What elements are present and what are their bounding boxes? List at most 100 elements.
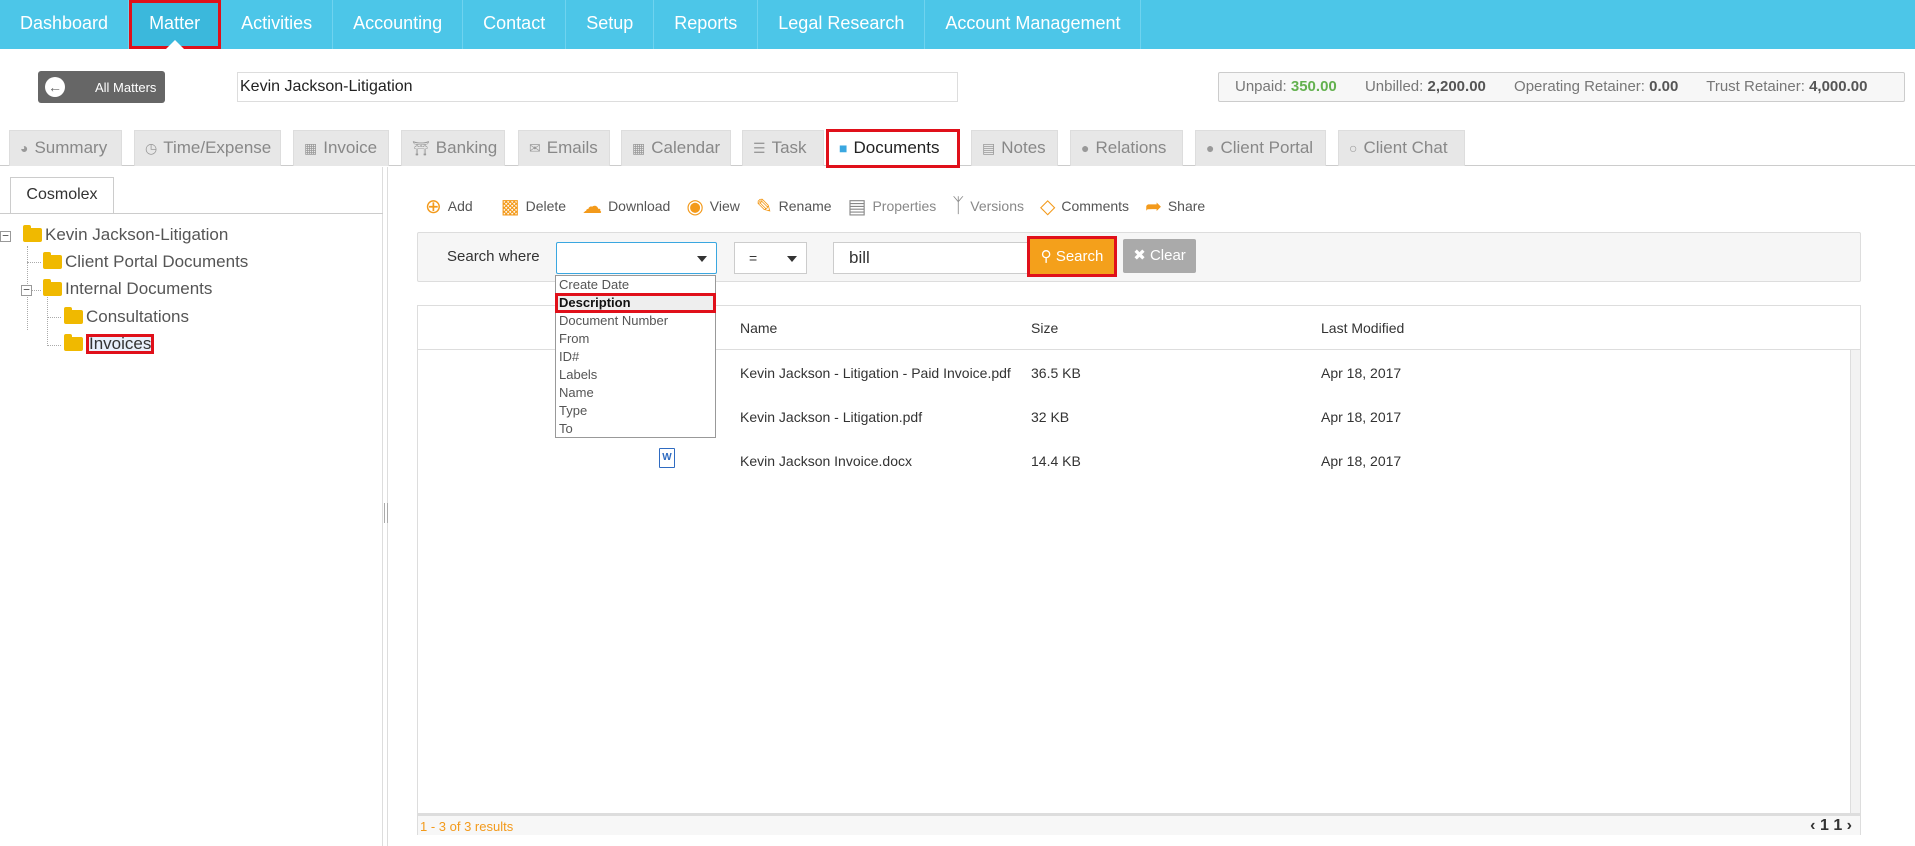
tree-node-invoices[interactable]: Invoices xyxy=(64,334,155,354)
tab-relations-label: Relations xyxy=(1095,138,1167,157)
search-operator-select[interactable]: = xyxy=(734,242,807,274)
clock-icon: ◷ xyxy=(145,140,158,156)
tab-notes-label: Notes xyxy=(1001,138,1046,157)
tree-node-root[interactable]: Kevin Jackson-Litigation xyxy=(23,225,228,245)
tab-calendar[interactable]: ▦ Calendar xyxy=(621,130,731,166)
trust-retainer-value: 4,000.00 xyxy=(1809,78,1868,95)
tree-node-label: Consultations xyxy=(86,307,190,326)
dropdown-option[interactable]: Labels xyxy=(556,366,715,384)
nav-reports[interactable]: Reports xyxy=(654,0,759,49)
collapse-toggle-icon[interactable]: − xyxy=(0,230,11,242)
clear-button[interactable]: ✖ Clear xyxy=(1123,239,1196,273)
users-icon: ● xyxy=(1081,140,1090,156)
tab-documents[interactable]: ■ Documents xyxy=(826,129,960,168)
nav-contact[interactable]: Contact xyxy=(463,0,567,49)
tab-client-chat[interactable]: ○ Client Chat xyxy=(1338,130,1465,166)
tab-banking[interactable]: ⛩ Banking xyxy=(401,130,505,166)
table-icon: ▦ xyxy=(304,140,318,156)
download-label: Download xyxy=(608,198,671,214)
tab-notes[interactable]: ▤ Notes xyxy=(971,130,1058,166)
dropdown-option[interactable]: From xyxy=(556,330,715,348)
tree-node-consultations[interactable]: Consultations xyxy=(64,307,189,327)
dashboard-icon: ◕ xyxy=(20,140,29,156)
tab-relations[interactable]: ● Relations xyxy=(1070,130,1183,166)
tab-summary-label: Summary xyxy=(34,138,108,157)
tree-node-label: Internal Documents xyxy=(65,279,213,298)
view-button[interactable]: ◉ View xyxy=(686,194,740,219)
search-input[interactable]: bill xyxy=(833,242,1033,274)
column-header-size[interactable]: Size xyxy=(1031,320,1058,336)
tab-emails[interactable]: ✉ Emails xyxy=(518,130,610,166)
column-header-last-modified[interactable]: Last Modified xyxy=(1321,320,1404,336)
download-button[interactable]: ☁ Download xyxy=(582,194,670,219)
nav-account-management[interactable]: Account Management xyxy=(925,0,1142,49)
document-name: Kevin Jackson Invoice.docx xyxy=(740,453,912,469)
comments-button[interactable]: ◇ Comments xyxy=(1040,194,1129,219)
dropdown-option-selected[interactable]: Description xyxy=(555,293,716,313)
nav-accounting[interactable]: Accounting xyxy=(333,0,464,49)
operating-retainer-value: 0.00 xyxy=(1649,78,1679,95)
matter-tabs: ◕ Summary ◷ Time/Expense ▦ Invoice ⛩ Banking… xyxy=(0,122,1915,168)
search-field-select[interactable] xyxy=(556,242,717,274)
tree-node-client-portal-documents[interactable]: Client Portal Documents xyxy=(43,252,248,272)
chevron-down-icon xyxy=(787,256,797,262)
bank-icon: ⛩ xyxy=(412,140,430,156)
add-button[interactable]: ⊕ Add xyxy=(425,194,473,219)
dropdown-option[interactable]: Document Number xyxy=(556,312,715,330)
tree-connector xyxy=(27,262,41,263)
tab-time-expense[interactable]: ◷ Time/Expense xyxy=(134,130,281,166)
folder-open-icon xyxy=(64,307,83,324)
all-matters-label: All Matters xyxy=(95,79,157,95)
collapse-toggle-icon[interactable]: − xyxy=(21,284,32,296)
panel-splitter[interactable] xyxy=(383,167,388,846)
unbilled-label: Unbilled: xyxy=(1364,78,1424,95)
nav-setup[interactable]: Setup xyxy=(566,0,655,49)
nav-legal-research[interactable]: Legal Research xyxy=(758,0,926,49)
document-name: Kevin Jackson - Litigation - Paid Invoic… xyxy=(740,365,1011,381)
all-matters-button[interactable]: ← All Matters xyxy=(38,71,165,103)
matter-name-field[interactable]: Kevin Jackson-Litigation xyxy=(237,72,958,102)
pager-next-button[interactable]: › xyxy=(1847,817,1852,834)
users-icon: ● xyxy=(1206,140,1215,156)
cloud-download-icon: ☁ xyxy=(582,195,603,218)
pager-total-pages: 1 xyxy=(1833,817,1843,834)
tab-summary[interactable]: ◕ Summary xyxy=(9,130,122,166)
search-icon: ⚲ xyxy=(1040,248,1052,265)
search-button[interactable]: ⚲ Search xyxy=(1027,236,1117,277)
pager-prev-button[interactable]: ‹ xyxy=(1810,817,1815,834)
folder-open-icon xyxy=(64,334,83,351)
table-row[interactable]: W Kevin Jackson Invoice.docx 14.4 KB Apr… xyxy=(418,438,1860,482)
comments-label: Comments xyxy=(1061,198,1130,214)
dropdown-option[interactable]: ID# xyxy=(556,348,715,366)
tree-connector xyxy=(47,317,61,318)
pager-current-page[interactable]: 1 xyxy=(1820,817,1829,834)
dropdown-option[interactable]: Create Date xyxy=(556,276,715,294)
tree-connector xyxy=(32,290,41,291)
column-header-name[interactable]: Name xyxy=(740,320,777,336)
nav-dashboard[interactable]: Dashboard xyxy=(0,0,130,49)
dropdown-option[interactable]: Type xyxy=(556,402,715,420)
trash-icon: ▩ xyxy=(500,195,520,218)
share-button[interactable]: ➦ Share xyxy=(1145,194,1205,219)
tree-connector xyxy=(47,345,61,346)
versions-button[interactable]: ᛉ Versions xyxy=(952,195,1024,218)
top-nav: Dashboard Matter Activities Accounting C… xyxy=(0,0,1915,49)
dropdown-option[interactable]: Name xyxy=(556,384,715,402)
search-operator-value: = xyxy=(749,250,758,266)
tree-node-internal-documents[interactable]: Internal Documents xyxy=(43,279,212,299)
cosmolex-tab[interactable]: Cosmolex xyxy=(10,177,114,213)
tree-node-label: Client Portal Documents xyxy=(65,252,249,271)
edit-icon: ✎ xyxy=(755,195,773,218)
grid-scrollbar[interactable] xyxy=(1850,350,1860,816)
tab-client-portal[interactable]: ● Client Portal xyxy=(1195,130,1326,166)
nav-activities[interactable]: Activities xyxy=(221,0,334,49)
operating-retainer-label: Operating Retainer: xyxy=(1514,78,1645,95)
tab-task[interactable]: ☰ Task xyxy=(742,130,824,166)
tab-invoice[interactable]: ▦ Invoice xyxy=(293,130,389,166)
rename-button[interactable]: ✎ Rename xyxy=(756,194,832,219)
dropdown-option[interactable]: To xyxy=(556,420,715,438)
nav-matter[interactable]: Matter xyxy=(129,0,222,49)
documents-toolbar: ⊕ Add ▩ Delete ☁ Download ◉ View ✎ Rename ▤ Pr… xyxy=(425,193,1221,219)
properties-button[interactable]: ▤ Properties xyxy=(848,194,937,219)
delete-button[interactable]: ▩ Delete xyxy=(501,194,566,219)
